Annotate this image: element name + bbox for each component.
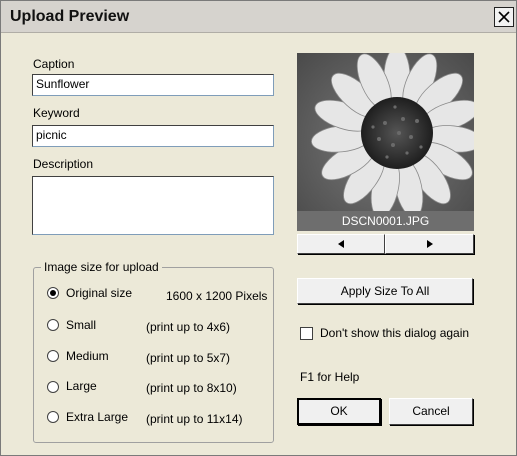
option-large-label: Large	[66, 379, 97, 393]
caption-label: Caption	[33, 57, 75, 71]
sunflower-photo	[297, 53, 474, 230]
image-size-group-title: Image size for upload	[41, 260, 162, 274]
radio-medium[interactable]	[47, 350, 59, 362]
previous-image-button[interactable]	[297, 234, 385, 254]
right-triangle-icon	[427, 240, 433, 248]
option-medium-detail: (print up to 5x7)	[146, 351, 231, 365]
preview-image	[297, 53, 474, 230]
option-small-detail: (print up to 4x6)	[146, 320, 231, 334]
apply-size-to-all-button[interactable]: Apply Size To All	[297, 278, 473, 304]
title-bar: Upload Preview	[1, 1, 516, 33]
option-extra-large-label: Extra Large	[66, 410, 129, 424]
option-original-label: Original size	[66, 286, 133, 300]
option-medium-label: Medium	[66, 349, 109, 363]
dont-show-checkbox[interactable]	[300, 327, 313, 340]
keyword-input[interactable]: picnic	[32, 125, 274, 147]
option-large-detail: (print up to 8x10)	[146, 381, 237, 395]
next-image-button[interactable]	[385, 234, 474, 254]
left-triangle-icon	[338, 240, 344, 248]
description-textarea[interactable]	[32, 176, 274, 235]
caption-input[interactable]: Sunflower	[32, 74, 274, 96]
option-extra-large-detail: (print up to 11x14)	[146, 412, 243, 426]
help-text: F1 for Help	[300, 370, 360, 384]
radio-original-size[interactable]	[47, 287, 59, 299]
close-icon	[498, 11, 510, 23]
option-original-detail: 1600 x 1200 Pixels	[166, 289, 268, 303]
keyword-label: Keyword	[33, 106, 80, 120]
upload-preview-dialog: Upload Preview Caption Sunflower Keyword…	[0, 0, 517, 456]
radio-large[interactable]	[47, 381, 59, 393]
window-title: Upload Preview	[10, 8, 130, 25]
description-label: Description	[33, 157, 94, 171]
option-small-label: Small	[66, 318, 97, 332]
close-button[interactable]	[494, 7, 514, 27]
preview-filename: DSCN0001.JPG	[297, 211, 474, 231]
cancel-button[interactable]: Cancel	[389, 398, 473, 425]
radio-extra-large[interactable]	[47, 411, 59, 423]
ok-button[interactable]: OK	[297, 398, 381, 425]
dont-show-label: Don't show this dialog again	[320, 326, 470, 340]
radio-small[interactable]	[47, 319, 59, 331]
